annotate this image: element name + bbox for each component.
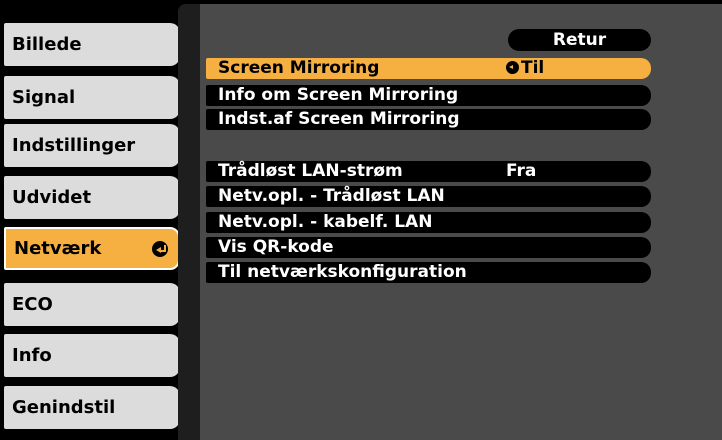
enter-icon (152, 240, 168, 257)
row-value-text: Til (521, 58, 545, 78)
panel-scroll-bar (178, 4, 200, 440)
sidebar-item-label: Billede (12, 34, 82, 55)
sidebar-item-label: Netværk (14, 238, 102, 259)
sidebar-item-signal[interactable]: Signal (4, 76, 180, 119)
sidebar-item-indstillinger[interactable]: Indstillinger (4, 124, 180, 167)
sidebar-item-eco[interactable]: ECO (4, 283, 180, 326)
row-label: Screen Mirroring (218, 58, 380, 78)
sidebar-item-billede[interactable]: Billede (4, 23, 180, 66)
sidebar-menu: Billede Signal Indstillinger Udvidet Net… (0, 0, 190, 440)
sidebar-item-label: Indstillinger (12, 135, 136, 156)
sidebar-item-netvaerk[interactable]: Netværk (4, 227, 180, 270)
row-label: Netv.opl. - Trådløst LAN (218, 186, 445, 206)
menu-row-wireless-lan-setup[interactable]: Netv.opl. - Trådløst LAN (206, 186, 651, 207)
row-label: Trådløst LAN-strøm (218, 161, 403, 181)
sidebar-item-label: Genindstil (12, 397, 116, 418)
menu-row-info-screen-mirroring[interactable]: Info om Screen Mirroring (206, 85, 651, 106)
enter-icon (506, 61, 519, 74)
menu-row-qr-code[interactable]: Vis QR-kode (206, 237, 651, 258)
row-label: Netv.opl. - kabelf. LAN (218, 212, 433, 232)
row-label: Til netværkskonfiguration (218, 262, 467, 282)
menu-row-screen-mirroring[interactable]: Screen Mirroring Til (206, 58, 651, 79)
sidebar-item-genindstil[interactable]: Genindstil (4, 386, 180, 429)
row-value: Til (506, 58, 544, 79)
sidebar-item-label: Info (12, 345, 52, 366)
return-button[interactable]: Retur (508, 29, 651, 51)
row-label: Info om Screen Mirroring (218, 85, 459, 105)
menu-row-wired-lan-setup[interactable]: Netv.opl. - kabelf. LAN (206, 212, 651, 233)
sidebar-item-label: Signal (12, 87, 76, 108)
sidebar-item-label: Udvidet (12, 187, 92, 208)
sidebar-item-info[interactable]: Info (4, 334, 180, 377)
row-value: Fra (506, 161, 537, 181)
menu-row-wlan-power[interactable]: Trådløst LAN-strøm Fra (206, 161, 651, 182)
menu-row-indst-screen-mirroring[interactable]: Indst.af Screen Mirroring (206, 109, 651, 130)
row-label: Vis QR-kode (218, 237, 334, 257)
sidebar-item-udvidet[interactable]: Udvidet (4, 176, 180, 219)
sidebar-item-label: ECO (12, 294, 53, 315)
projector-osd: Billede Signal Indstillinger Udvidet Net… (0, 0, 722, 440)
row-label: Indst.af Screen Mirroring (218, 109, 460, 129)
menu-row-network-config[interactable]: Til netværkskonfiguration (206, 262, 651, 283)
